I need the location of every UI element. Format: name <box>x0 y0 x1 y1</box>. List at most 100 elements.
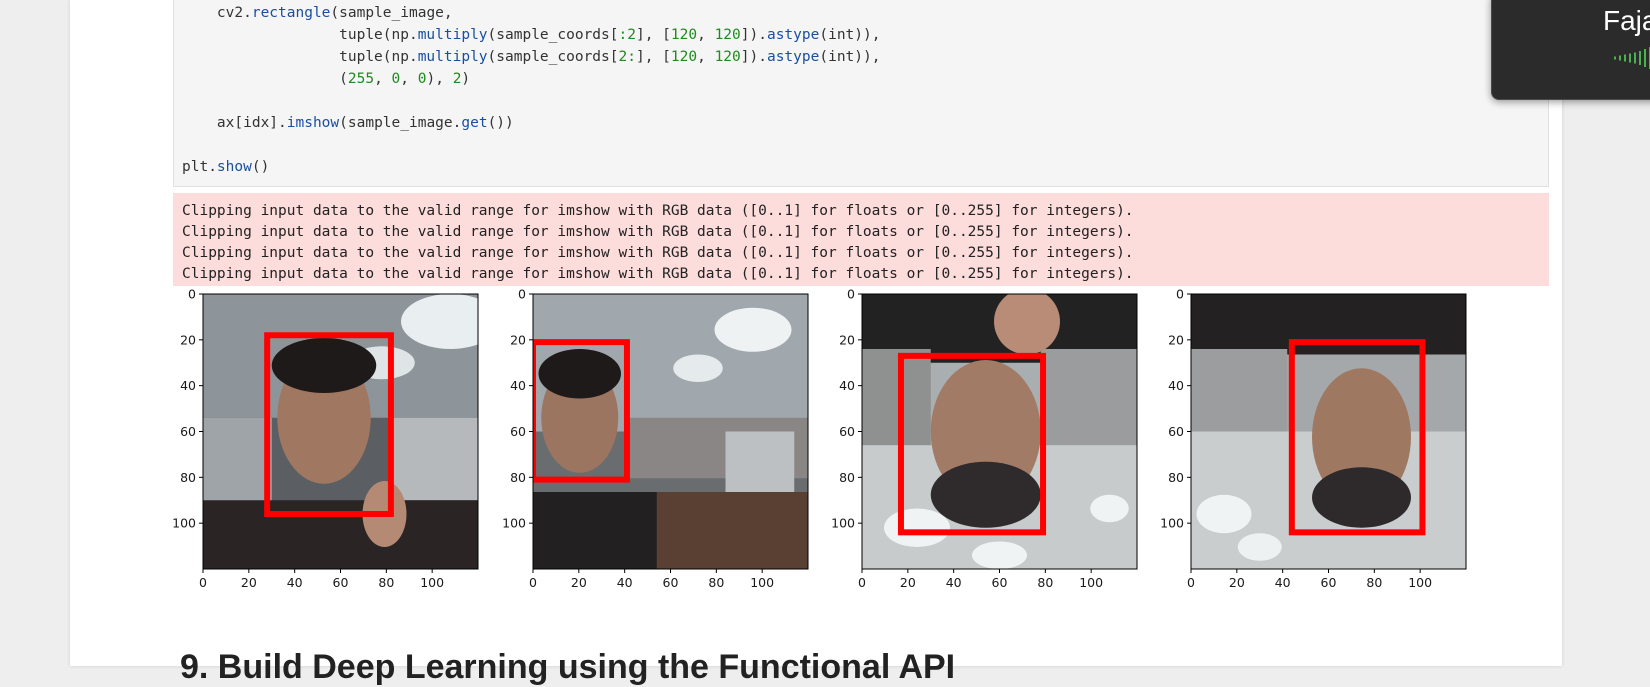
code-token: (sample_coords[ <box>487 49 619 65</box>
plot-image <box>533 294 808 569</box>
stderr-output: Clipping input data to the valid range f… <box>173 193 1549 286</box>
code-token: :2 <box>618 27 636 43</box>
code-token: plt. <box>182 159 217 175</box>
y-tick-label: 80 <box>180 470 196 485</box>
waveform-bar <box>1644 49 1646 67</box>
waveform-bar <box>1614 56 1616 60</box>
y-tick-label: 0 <box>518 287 526 302</box>
code-token: multiply <box>417 49 488 65</box>
code-token: 255 <box>347 71 375 87</box>
y-tick-label: 80 <box>839 470 855 485</box>
code-token: tuple(np. <box>182 27 418 43</box>
code-token: tuple(np. <box>182 49 418 65</box>
stderr-line: Clipping input data to the valid range f… <box>182 224 1134 240</box>
plot-4: 0 20 40 60 80 100 0 20 40 60 80 100 <box>1160 287 1467 613</box>
y-tick-label: 20 <box>1168 332 1184 347</box>
section-heading: 9. Build Deep Learning using the Functio… <box>180 648 956 686</box>
image-region <box>203 500 478 569</box>
code-token: ax[idx]. <box>182 115 287 131</box>
y-tick-label: 80 <box>1168 470 1184 485</box>
x-tick-label: 100 <box>1408 575 1432 590</box>
y-tick-label: 80 <box>510 470 526 485</box>
waveform-bar <box>1639 51 1641 65</box>
x-tick-label: 80 <box>378 575 394 590</box>
image-region <box>972 541 1027 569</box>
image-region <box>1090 494 1129 523</box>
speaker-name: Fajar <box>1603 5 1650 36</box>
image-region <box>725 431 795 501</box>
code-line: ax[idx].imshow(sample_image.get()) <box>182 112 514 134</box>
y-tick-label: 20 <box>839 332 855 347</box>
y-tick-label: 60 <box>510 424 526 439</box>
stderr-line: Clipping input data to the valid range f… <box>182 203 1134 219</box>
x-tick-label: 40 <box>946 575 962 590</box>
code-token: , <box>400 71 418 87</box>
code-token: 120 <box>670 49 698 65</box>
code-token: (sample_image. <box>339 115 462 131</box>
image-region <box>884 508 950 547</box>
x-tick-label: 60 <box>992 575 1008 590</box>
code-token: 120 <box>714 27 741 43</box>
x-tick-label: 100 <box>1079 575 1103 590</box>
plot-2: 0 20 40 60 80 100 0 20 40 60 80 100 <box>502 287 809 613</box>
x-tick-label: 80 <box>1037 575 1053 590</box>
image-region <box>862 349 931 446</box>
code-token: imshow <box>286 115 340 131</box>
waveform-bar <box>1634 52 1636 64</box>
x-tick-label: 0 <box>1187 575 1195 590</box>
plot-1: 0 20 40 60 80 100 0 20 40 60 80 100 <box>172 287 479 613</box>
x-tick-label: 80 <box>708 575 724 590</box>
x-tick-label: 0 <box>199 575 207 590</box>
x-tick-label: 20 <box>1229 575 1245 590</box>
y-tick-label: 60 <box>180 424 196 439</box>
y-tick-label: 20 <box>180 332 196 347</box>
code-token: ) <box>461 71 471 87</box>
x-tick-label: 80 <box>1366 575 1382 590</box>
image-region <box>1191 349 1288 432</box>
y-tick-label: 100 <box>1160 516 1184 531</box>
code-token: ), <box>426 71 453 87</box>
y-tick-label: 0 <box>1176 287 1184 302</box>
image-region <box>673 354 723 382</box>
x-tick-label: 60 <box>1321 575 1337 590</box>
code-line: tuple(np.multiply(sample_coords[:2], [12… <box>182 24 880 46</box>
code-token: 120 <box>670 27 698 43</box>
x-tick-label: 20 <box>571 575 587 590</box>
image-region <box>1237 533 1282 561</box>
x-tick-label: 60 <box>663 575 679 590</box>
image-region <box>533 492 657 569</box>
voice-popup[interactable]: Fajar <box>1491 0 1650 100</box>
code-cell[interactable]: cv2.rectangle(sample_image, tuple(np.mul… <box>173 0 1549 187</box>
code-token: show <box>216 159 252 175</box>
image-region <box>1040 349 1137 446</box>
code-token: ]). <box>740 27 767 43</box>
x-tick-label: 40 <box>287 575 303 590</box>
y-tick-label: 100 <box>172 516 196 531</box>
code-token: cv2. <box>182 5 252 21</box>
y-tick-label: 100 <box>831 516 855 531</box>
y-tick-label: 40 <box>1168 378 1184 393</box>
y-tick-label: 100 <box>502 516 526 531</box>
y-tick-label: 0 <box>847 287 855 302</box>
x-tick-label: 100 <box>750 575 774 590</box>
code-line: cv2.rectangle(sample_image, <box>182 2 453 24</box>
image-region <box>1196 494 1252 534</box>
waveform-bar <box>1619 55 1621 61</box>
code-token: 2: <box>618 49 636 65</box>
x-tick-label: 60 <box>333 575 349 590</box>
image-region <box>714 307 792 352</box>
code-line: tuple(np.multiply(sample_coords[2:], [12… <box>182 46 880 68</box>
code-token: , <box>374 71 392 87</box>
y-tick-label: 60 <box>1168 424 1184 439</box>
x-tick-label: 100 <box>420 575 444 590</box>
x-tick-label: 0 <box>858 575 866 590</box>
code-token: rectangle <box>251 5 331 21</box>
plot-3: 0 20 40 60 80 100 0 20 40 60 80 100 <box>831 287 1138 613</box>
waveform-bar <box>1624 54 1626 62</box>
audio-waveform-icon <box>1614 47 1650 69</box>
code-token: 120 <box>714 49 741 65</box>
y-tick-label: 20 <box>510 332 526 347</box>
code-token: ( <box>182 71 348 87</box>
code-token: , <box>697 49 715 65</box>
code-token: 0 <box>391 71 401 87</box>
